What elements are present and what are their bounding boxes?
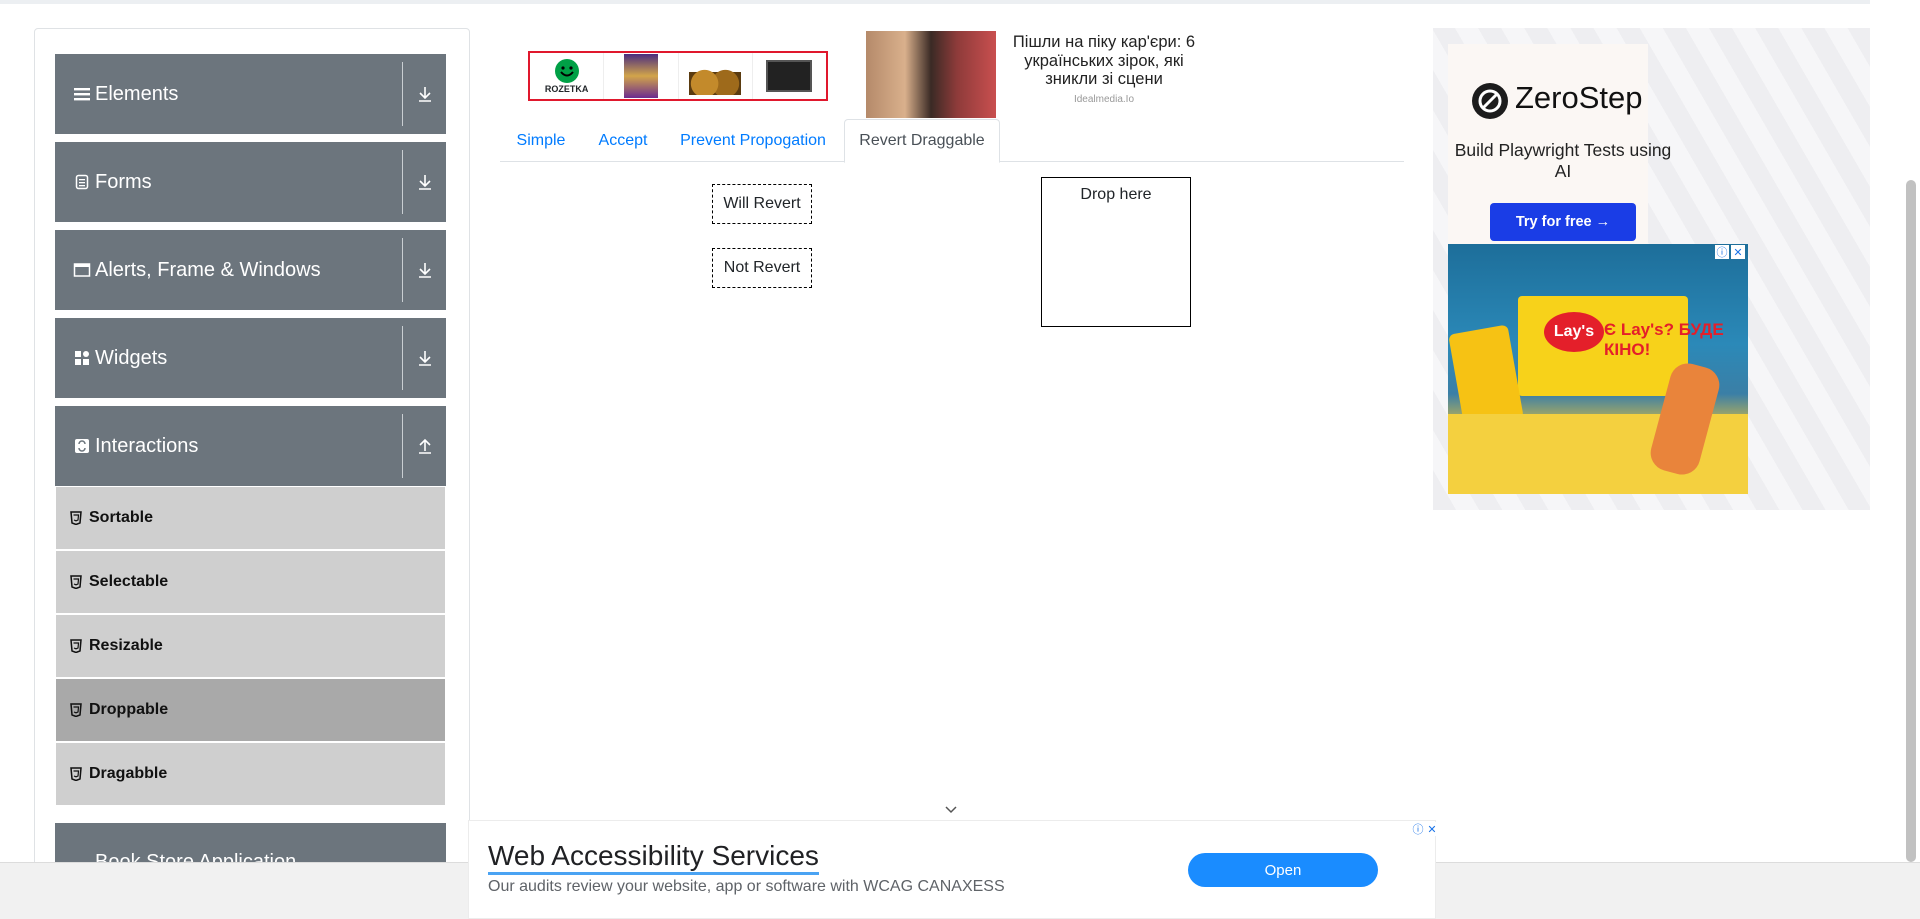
monitor-image: [766, 60, 813, 92]
sidebar-group-elements[interactable]: Elements: [55, 54, 446, 134]
ad-cell: [679, 53, 753, 99]
interactions-icon: [73, 406, 91, 486]
ad-close-icon[interactable]: ✕: [1425, 822, 1439, 836]
html5-shield-icon: [70, 487, 82, 549]
menu-item-sortable[interactable]: Sortable: [56, 487, 445, 549]
lays-pack-image: [1448, 324, 1524, 429]
menu-item-label: Resizable: [89, 637, 163, 654]
sidebar-group-label: Forms: [95, 170, 152, 193]
bottom-ad-open-button[interactable]: Open: [1188, 853, 1378, 887]
zerostep-logo-icon: [1472, 83, 1508, 119]
sidebar-group-label: Elements: [95, 82, 179, 105]
menu-item-selectable[interactable]: Selectable: [56, 551, 445, 613]
ad-cell: [604, 53, 679, 99]
divider: [402, 238, 403, 302]
html5-shield-icon: [70, 679, 82, 741]
menu-item-resizable[interactable]: Resizable: [56, 615, 445, 677]
sidebar-group-label: Alerts, Frame & Windows: [95, 258, 321, 281]
zerostep-ad[interactable]: ZeroStep Build Playwright Tests using AI…: [1448, 44, 1671, 249]
zerostep-subtitle: Build Playwright Tests using AI: [1454, 140, 1672, 181]
lays-ad[interactable]: Lay's Є Lay's? БУДЕ КІНО!: [1448, 244, 1748, 494]
news-ad-headline: Пішли на піку кар'єри: 6 українських зір…: [1012, 33, 1196, 88]
bottom-ad-title: Web Accessibility Services: [488, 840, 819, 875]
html5-shield-icon: [70, 615, 82, 677]
sidebar-group-label: Book Store Application: [95, 851, 297, 862]
lays-headline: Є Lay's? БУДЕ КІНО!: [1604, 320, 1724, 359]
form-icon: [73, 142, 91, 222]
download-arrow-icon: [413, 54, 437, 134]
game-box-image: [623, 54, 658, 98]
download-arrow-icon: [413, 142, 437, 222]
news-ad-image: [866, 31, 996, 118]
divider: [402, 62, 403, 126]
divider: [402, 150, 403, 214]
menu-item-label: Selectable: [89, 573, 169, 590]
sidebar-group-widgets[interactable]: Widgets: [55, 318, 446, 398]
zerostep-try-button[interactable]: Try for free →: [1490, 203, 1636, 241]
news-ad-source: Idealmedia.Io: [1073, 94, 1135, 105]
divider: [402, 414, 403, 478]
download-arrow-icon: [413, 230, 437, 310]
ad-info-icon[interactable]: ⓘ: [1411, 822, 1425, 836]
divider: [402, 326, 403, 390]
news-ad[interactable]: Пішли на піку кар'єри: 6 українських зір…: [866, 31, 1206, 119]
ad-cell: ROZETKA: [530, 53, 605, 99]
sidebar-group-forms[interactable]: Forms: [55, 142, 446, 222]
html5-shield-icon: [70, 551, 82, 613]
top-strip: [0, 0, 1870, 4]
sidebar-group-interactions[interactable]: Interactions: [55, 406, 446, 486]
zerostep-title: ZeroStep: [1515, 80, 1643, 115]
tab-accept[interactable]: Accept: [582, 119, 664, 162]
ad-cell: [753, 53, 826, 99]
rozetka-smile-icon: [554, 59, 579, 83]
widgets-grid-icon: [73, 318, 91, 398]
rozetka-ad-banner[interactable]: ROZETKA: [528, 51, 828, 101]
menu-item-dragabble[interactable]: Dragabble: [56, 743, 445, 805]
sidebar-group-book-store[interactable]: Book Store Application: [55, 823, 446, 862]
page: Elements Forms Alerts, Frame & Windows W…: [0, 0, 1920, 919]
drop-here-label: Drop here: [1080, 186, 1152, 203]
drop-target[interactable]: Drop here: [1041, 177, 1191, 327]
sidebar-group-alerts[interactable]: Alerts, Frame & Windows: [55, 230, 446, 310]
lays-logo: Lay's: [1544, 312, 1604, 352]
hamburger-icon: [73, 54, 91, 134]
menu-item-label: Droppable: [89, 701, 169, 718]
will-revert-draggable[interactable]: Will Revert: [712, 184, 812, 224]
menu-item-droppable[interactable]: Droppable: [56, 679, 445, 741]
sidebar-group-label: Interactions: [95, 434, 199, 457]
not-revert-draggable[interactable]: Not Revert: [712, 248, 812, 288]
ad-brand-text: ROZETKA: [544, 84, 589, 94]
ad-close-icon[interactable]: ✕: [1731, 245, 1745, 259]
tab-bar: Simple Accept Prevent Propogation Revert…: [500, 119, 1404, 163]
right-ad-panel: ZeroStep Build Playwright Tests using AI…: [1433, 28, 1870, 510]
chevron-down-icon[interactable]: [944, 803, 958, 817]
menu-item-label: Sortable: [89, 509, 154, 526]
product-image: [689, 57, 742, 95]
ad-info-icon[interactable]: ⓘ: [1715, 245, 1729, 259]
tab-revert-draggable[interactable]: Revert Draggable: [844, 119, 1000, 163]
tab-prevent-propogation[interactable]: Prevent Propogation: [664, 119, 842, 162]
html5-shield-icon: [70, 743, 82, 805]
download-arrow-icon: [413, 318, 437, 398]
bottom-ad-description: Our audits review your website, app or s…: [488, 878, 1005, 895]
menu-item-label: Dragabble: [89, 765, 168, 782]
bottom-ad-banner[interactable]: Web Accessibility Services Our audits re…: [468, 820, 1439, 919]
upload-arrow-icon: [413, 406, 437, 486]
sidebar-group-label: Widgets: [95, 346, 168, 369]
scrollbar-thumb[interactable]: [1906, 180, 1916, 862]
tab-simple[interactable]: Simple: [500, 119, 582, 162]
window-icon: [73, 230, 91, 310]
